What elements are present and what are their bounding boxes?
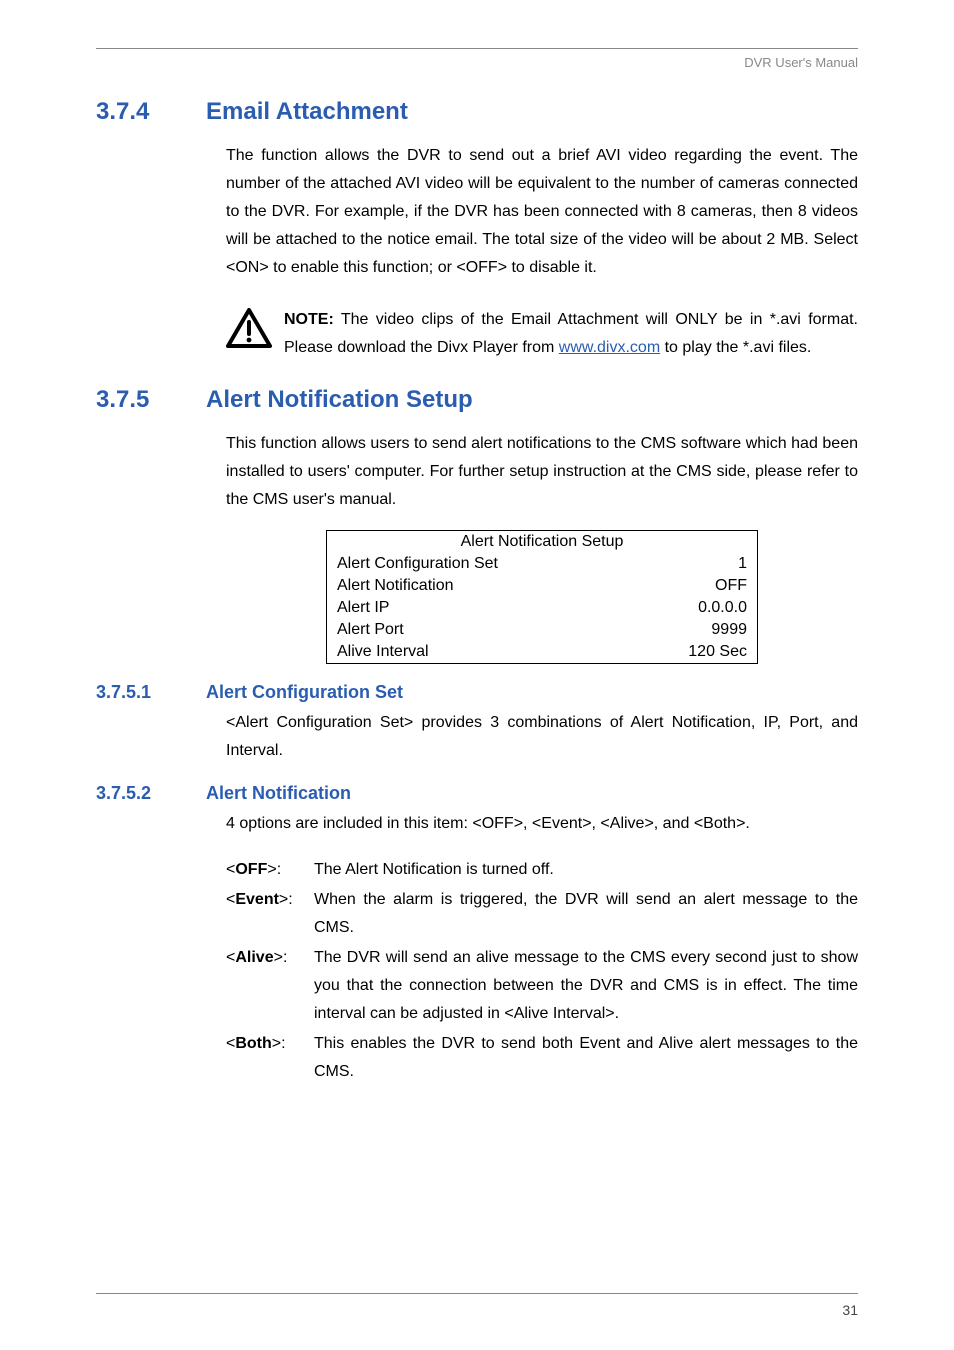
table-cell-label: Alert IP xyxy=(327,597,627,619)
table-title: Alert Notification Setup xyxy=(327,531,758,554)
heading-title: Alert Configuration Set xyxy=(206,682,403,702)
option-text: This enables the DVR to send both Event … xyxy=(314,1030,858,1086)
note-label: NOTE: xyxy=(284,311,334,328)
option-label: <OFF>: xyxy=(226,856,314,884)
heading-title: Alert Notification Setup xyxy=(206,386,473,413)
heading-number: 3.7.5.1 xyxy=(96,682,206,703)
option-label: <Event>: xyxy=(226,886,314,942)
table-cell-value: 1 xyxy=(627,553,758,575)
option-alive: <Alive>: The DVR will send an alive mess… xyxy=(226,944,858,1028)
paragraph-3-7-5-2-intro: 4 options are included in this item: <OF… xyxy=(226,810,858,838)
table-cell-value: OFF xyxy=(627,575,758,597)
table-cell-label: Alert Configuration Set xyxy=(327,553,627,575)
option-both: <Both>: This enables the DVR to send bot… xyxy=(226,1030,858,1086)
heading-number: 3.7.4 xyxy=(96,98,206,126)
heading-title: Email Attachment xyxy=(206,98,408,125)
option-text: The DVR will send an alive message to th… xyxy=(314,944,858,1028)
heading-number: 3.7.5 xyxy=(96,386,206,414)
table-cell-label: Alert Notification xyxy=(327,575,627,597)
heading-number: 3.7.5.2 xyxy=(96,783,206,804)
option-list: <OFF>: The Alert Notification is turned … xyxy=(226,856,858,1086)
warning-icon xyxy=(226,308,272,353)
note-block: NOTE: The video clips of the Email Attac… xyxy=(226,306,858,362)
option-label: <Both>: xyxy=(226,1030,314,1086)
paragraph-3-7-5-1: <Alert Configuration Set> provides 3 com… xyxy=(226,709,858,765)
option-text: When the alarm is triggered, the DVR wil… xyxy=(314,886,858,942)
divx-link[interactable]: www.divx.com xyxy=(559,339,660,356)
heading-title: Alert Notification xyxy=(206,783,351,803)
paragraph-3-7-5: This function allows users to send alert… xyxy=(226,430,858,514)
note-after: to play the *.avi files. xyxy=(660,339,811,356)
footer-rule xyxy=(96,1293,858,1294)
note-text: NOTE: The video clips of the Email Attac… xyxy=(284,306,858,362)
page-number: 31 xyxy=(842,1302,858,1318)
option-text: The Alert Notification is turned off. xyxy=(314,856,858,884)
header-right: DVR User's Manual xyxy=(96,55,858,70)
heading-3-7-5-2: 3.7.5.2Alert Notification xyxy=(96,783,858,804)
table-cell-value: 9999 xyxy=(627,619,758,641)
paragraph-3-7-4: The function allows the DVR to send out … xyxy=(226,142,858,282)
option-off: <OFF>: The Alert Notification is turned … xyxy=(226,856,858,884)
table-cell-value: 120 Sec xyxy=(627,641,758,664)
heading-3-7-5: 3.7.5Alert Notification Setup xyxy=(96,386,858,414)
alert-table: Alert Notification Setup Alert Configura… xyxy=(326,530,758,664)
option-label: <Alive>: xyxy=(226,944,314,1028)
table-cell-value: 0.0.0.0 xyxy=(627,597,758,619)
heading-3-7-4: 3.7.4Email Attachment xyxy=(96,98,858,126)
table-cell-label: Alert Port xyxy=(327,619,627,641)
header-rule xyxy=(96,48,858,49)
table-cell-label: Alive Interval xyxy=(327,641,627,664)
page: DVR User's Manual 3.7.4Email Attachment … xyxy=(0,0,954,1350)
option-event: <Event>: When the alarm is triggered, th… xyxy=(226,886,858,942)
heading-3-7-5-1: 3.7.5.1Alert Configuration Set xyxy=(96,682,858,703)
